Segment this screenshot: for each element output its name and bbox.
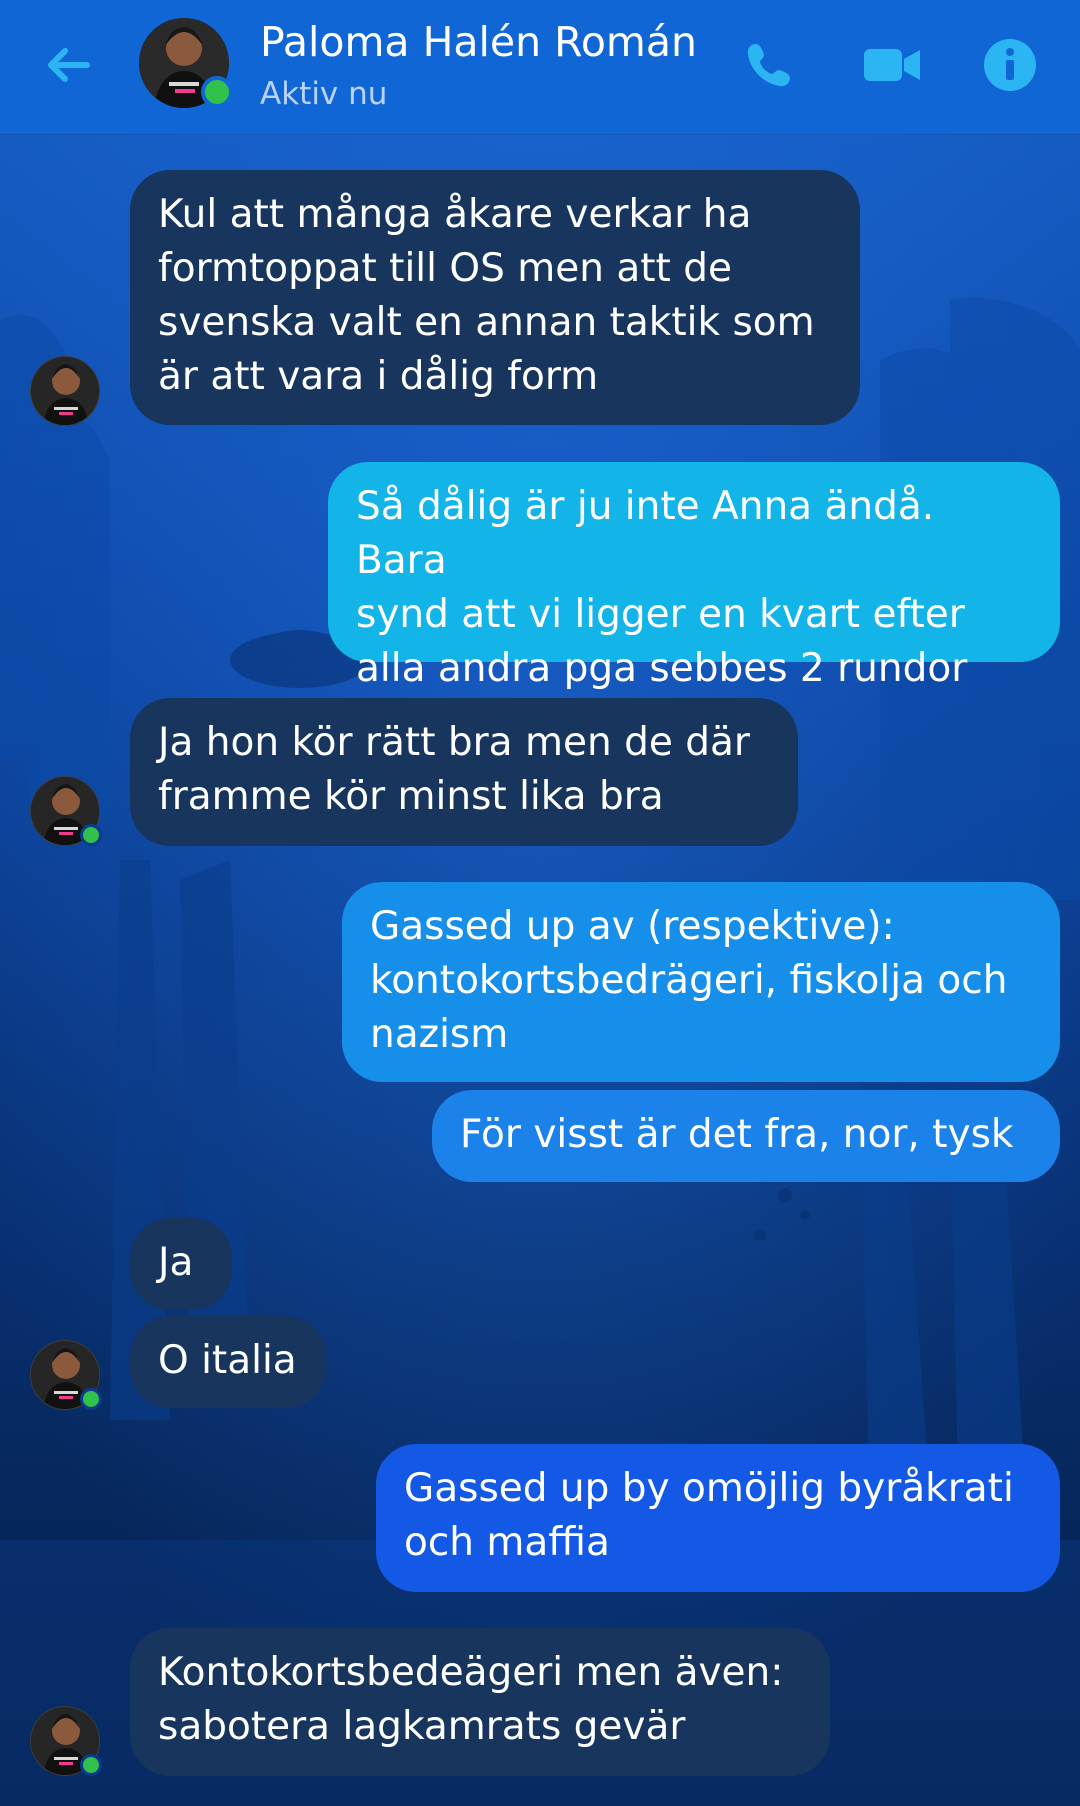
message-avatar[interactable] xyxy=(30,776,102,846)
message-avatar[interactable] xyxy=(30,1340,102,1410)
chat-header: Paloma Halén Román Aktiv nu xyxy=(0,0,1080,134)
incoming-message-bubble[interactable]: Kontokortsbedeägeri men även: sabotera l… xyxy=(130,1628,830,1776)
back-button[interactable] xyxy=(36,32,102,98)
arrow-left-icon xyxy=(48,48,90,82)
incoming-message-bubble[interactable]: Ja xyxy=(130,1218,232,1310)
contact-active-status: Aktiv nu xyxy=(260,76,388,112)
message-avatar-image xyxy=(30,356,100,426)
contact-avatar[interactable] xyxy=(139,18,233,108)
online-status-dot xyxy=(80,1388,102,1410)
outgoing-message-bubble[interactable]: För visst är det fra, nor, tysk xyxy=(432,1090,1060,1182)
incoming-message-bubble[interactable]: Kul att många åkare verkar ha formtoppat… xyxy=(130,170,860,425)
outgoing-message-bubble[interactable]: Gassed up av (respektive): kontokortsbed… xyxy=(342,882,1060,1082)
outgoing-message-bubble[interactable]: Så dålig är ju inte Anna ändå. Bara synd… xyxy=(328,462,1060,691)
online-status-dot xyxy=(201,76,233,108)
incoming-message-bubble[interactable]: Ja hon kör rätt bra men de där framme kö… xyxy=(130,698,798,846)
message-avatar[interactable] xyxy=(30,356,100,426)
phone-icon xyxy=(747,44,790,87)
online-status-dot xyxy=(80,1754,102,1776)
conversation-info-button[interactable] xyxy=(975,30,1045,100)
contact-name[interactable]: Paloma Halén Román xyxy=(260,18,697,66)
message-avatar[interactable] xyxy=(30,1706,102,1776)
incoming-message-bubble[interactable]: O italia xyxy=(130,1316,326,1408)
outgoing-message-bubble[interactable]: Gassed up by omöjlig byråkrati och maffi… xyxy=(376,1444,1060,1592)
video-camera-icon xyxy=(864,49,920,81)
video-call-button[interactable] xyxy=(857,30,927,100)
call-button[interactable] xyxy=(734,30,804,100)
online-status-dot xyxy=(80,824,102,846)
info-icon xyxy=(984,39,1036,91)
